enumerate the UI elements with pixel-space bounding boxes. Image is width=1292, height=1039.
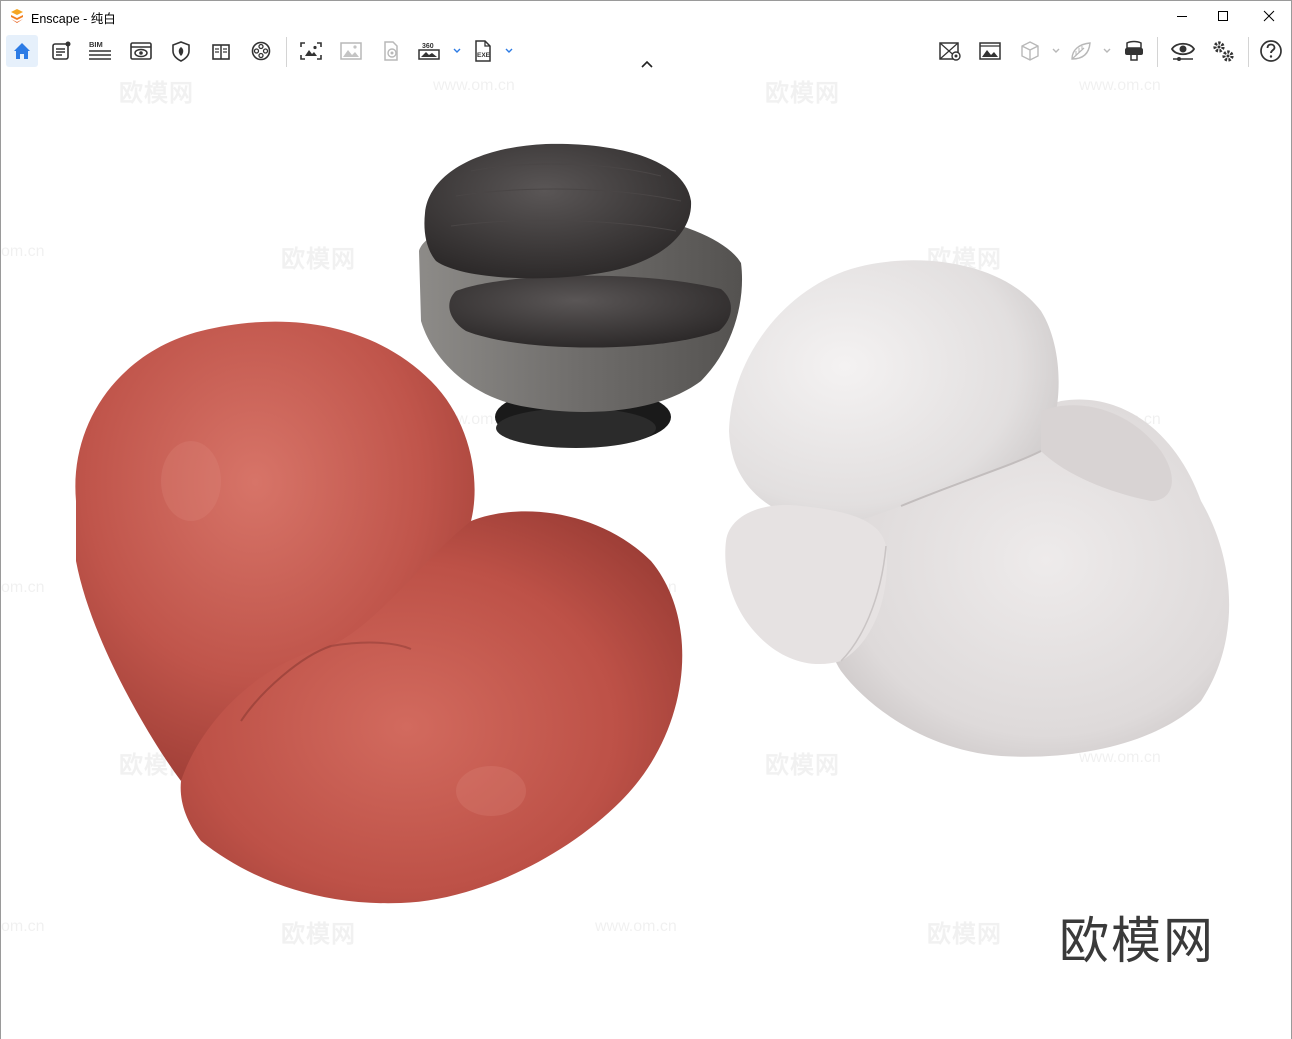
material-dropdown-icon[interactable] bbox=[1102, 45, 1112, 55]
cube-dropdown-icon[interactable] bbox=[1051, 45, 1061, 55]
view-window-button[interactable] bbox=[125, 35, 157, 67]
book-library-icon bbox=[212, 44, 230, 60]
help-button[interactable] bbox=[1255, 35, 1287, 67]
batch-render-button[interactable] bbox=[974, 35, 1006, 67]
window-title: Enscape - 纯白 bbox=[31, 12, 116, 26]
home-button[interactable] bbox=[6, 35, 38, 67]
exe-export-dropdown-icon[interactable] bbox=[504, 45, 514, 55]
general-settings-button[interactable] bbox=[1207, 35, 1239, 67]
enscape-logo-icon bbox=[11, 9, 23, 23]
material-editor-button[interactable] bbox=[1065, 35, 1097, 67]
vr-headset-icon bbox=[1125, 40, 1143, 61]
bim-button[interactable]: BIM bbox=[85, 35, 117, 67]
close-button[interactable] bbox=[1246, 1, 1292, 31]
view-window-icon bbox=[130, 42, 152, 60]
minimize-icon bbox=[1177, 16, 1187, 17]
export-exe-button[interactable]: EXE bbox=[467, 35, 499, 67]
360-export-icon: 360 bbox=[418, 43, 440, 60]
leaf-material-icon bbox=[1071, 42, 1091, 60]
maximize-icon bbox=[1218, 11, 1228, 21]
chair-render bbox=[75, 143, 1230, 904]
collapse-toolbar-icon[interactable] bbox=[639, 59, 655, 71]
view-manager-button[interactable] bbox=[934, 35, 966, 67]
cube-icon bbox=[1021, 41, 1039, 61]
render-viewport[interactable]: 欧模网 www.om.cn 欧模网 www.om.cn om.cn 欧模网 ww… bbox=[1, 73, 1291, 1039]
toolbar-separator bbox=[286, 37, 287, 67]
library-button[interactable] bbox=[205, 35, 237, 67]
image-icon bbox=[340, 42, 362, 60]
panorama-icon bbox=[384, 41, 398, 61]
export-360-button[interactable]: 360 bbox=[413, 35, 445, 67]
toolbar-separator bbox=[1157, 37, 1158, 67]
panorama-button[interactable] bbox=[375, 35, 407, 67]
screenshot-icon bbox=[300, 42, 322, 60]
dark-swivel-chair bbox=[419, 143, 743, 448]
render-image-button[interactable] bbox=[335, 35, 367, 67]
eye-settings-icon bbox=[1170, 42, 1196, 61]
minimize-button[interactable] bbox=[1159, 1, 1205, 31]
brand-watermark: 欧模网 bbox=[1059, 912, 1215, 970]
svg-text:BIM: BIM bbox=[89, 40, 103, 49]
batch-render-icon bbox=[979, 42, 1001, 60]
home-icon bbox=[14, 43, 30, 59]
svg-text:360: 360 bbox=[422, 43, 434, 50]
shield-asset-icon bbox=[172, 41, 190, 62]
maximize-button[interactable] bbox=[1200, 1, 1246, 31]
view-manager-icon bbox=[939, 42, 961, 61]
asset-library-button[interactable] bbox=[165, 35, 197, 67]
toolbar-separator bbox=[1248, 37, 1249, 67]
360-export-dropdown-icon[interactable] bbox=[452, 45, 462, 55]
cube-button[interactable] bbox=[1014, 35, 1046, 67]
video-editor-button[interactable] bbox=[245, 35, 277, 67]
close-icon bbox=[1263, 10, 1275, 22]
exe-export-icon: EXE bbox=[475, 40, 491, 62]
video-reel-icon bbox=[251, 41, 271, 61]
screenshot-button[interactable] bbox=[295, 35, 327, 67]
white-boucle-chair bbox=[725, 260, 1230, 757]
vr-headset-button[interactable] bbox=[1118, 35, 1150, 67]
gears-icon bbox=[1213, 41, 1234, 62]
svg-text:EXE: EXE bbox=[477, 52, 491, 59]
checklist-icon bbox=[52, 41, 71, 60]
title-bar: Enscape - 纯白 bbox=[1, 1, 1291, 31]
bim-icon: BIM bbox=[89, 40, 111, 60]
help-icon bbox=[1260, 40, 1282, 62]
checklist-button[interactable] bbox=[45, 35, 77, 67]
visual-settings-button[interactable] bbox=[1167, 35, 1199, 67]
app-window: Enscape - 纯白 BIM 360 EXE 欧模网 www.om.cn 欧… bbox=[0, 0, 1292, 1039]
